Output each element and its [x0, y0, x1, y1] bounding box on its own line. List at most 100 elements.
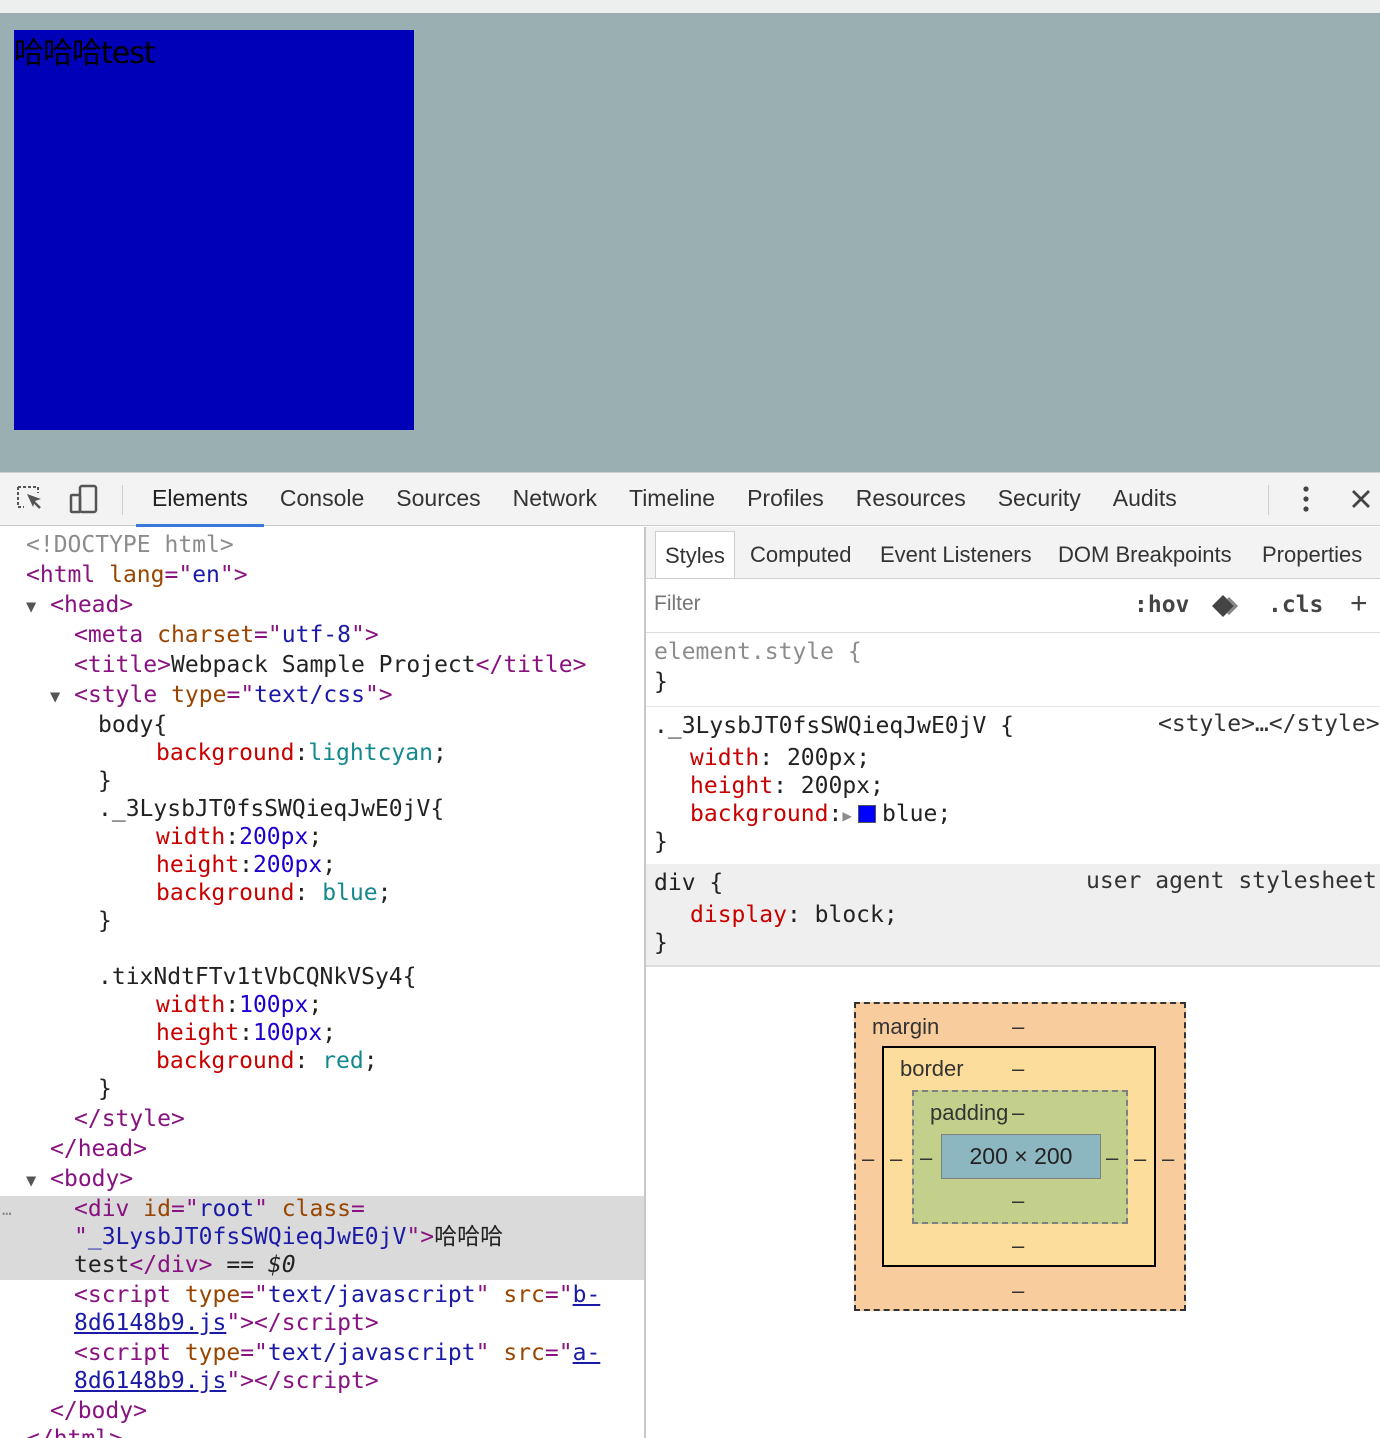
dom-line-style-close[interactable]: </style> [74, 1105, 185, 1133]
tab-console[interactable]: Console [264, 473, 380, 526]
expand-triangle-icon[interactable]: ▶ [842, 806, 852, 825]
dom-line-script-a[interactable]: <script type="text/javascript" src="a- [74, 1339, 600, 1367]
inspect-icon[interactable] [14, 483, 46, 515]
dom-line-html[interactable]: <html lang="en"> [26, 561, 248, 589]
dom-line-doctype[interactable]: <!DOCTYPE html> [26, 531, 234, 559]
dom-line-meta[interactable]: <meta charset="utf-8"> [74, 621, 379, 649]
dom-line-body[interactable]: ▼ <body> [26, 1165, 133, 1193]
dom-line-script-b-cont[interactable]: 8d6148b9.js"></script> [74, 1309, 379, 1337]
script-a-link[interactable]: 8d6148b9.js [74, 1368, 226, 1394]
close-icon[interactable] [1346, 483, 1376, 515]
sidebar-tabs: Styles Computed Event Listeners DOM Brea… [646, 527, 1380, 579]
css-class1-width: width:200px; [156, 824, 323, 850]
device-mode-icon[interactable] [68, 483, 100, 515]
element-state-icon[interactable] [1210, 593, 1244, 625]
dom-line-body-close[interactable]: </body> [50, 1397, 147, 1425]
selected-node-marker: == $0 [226, 1252, 296, 1278]
dom-line-div-root[interactable]: <div id="root" class= [74, 1195, 365, 1223]
color-swatch[interactable] [857, 805, 876, 823]
node-menu-dots[interactable]: … [2, 1196, 12, 1224]
border-label: border [900, 1056, 964, 1081]
css-class2-background: background: red; [156, 1048, 378, 1074]
add-rule-button[interactable]: + [1350, 587, 1368, 621]
padding-bottom-value[interactable]: – [1012, 1188, 1024, 1214]
styles-sidebar: Styles Computed Event Listeners DOM Brea… [646, 527, 1380, 1438]
dom-line-title[interactable]: <title>Webpack Sample Project</title> [74, 651, 586, 679]
box-model-padding[interactable]: padding – – – – 200 × 200 [912, 1090, 1128, 1224]
margin-label: margin [872, 1014, 940, 1039]
hov-toggle[interactable]: :hov [1134, 592, 1189, 618]
rule-close-brace: } [654, 829, 668, 855]
tab-event-listeners[interactable]: Event Listeners [880, 531, 1032, 578]
padding-top-value[interactable]: – [1012, 1100, 1024, 1126]
tab-timeline[interactable]: Timeline [613, 473, 731, 526]
css-body-selector: body{ [98, 712, 168, 738]
tab-audits[interactable]: Audits [1097, 473, 1193, 526]
css-close-brace: } [98, 768, 112, 794]
element-style-selector[interactable]: element.style { [654, 637, 862, 667]
margin-left-value[interactable]: – [862, 1146, 874, 1172]
rule-class-background[interactable]: background:▶ blue; [690, 799, 951, 829]
border-top-value[interactable]: – [1012, 1056, 1024, 1082]
script-b-link[interactable]: 8d6148b9.js [74, 1310, 226, 1336]
rule-class-width[interactable]: width: 200px; [690, 743, 870, 773]
margin-right-value[interactable]: – [1162, 1146, 1174, 1172]
dom-line-script-a-cont[interactable]: 8d6148b9.js"></script> [74, 1367, 379, 1395]
tab-network[interactable]: Network [497, 473, 613, 526]
css-class2-height: height:100px; [156, 1020, 337, 1046]
dom-line-script-b[interactable]: <script type="text/javascript" src="b- [74, 1281, 600, 1309]
root-div-text: 哈哈哈test [14, 36, 156, 71]
tab-elements[interactable]: Elements [136, 473, 264, 527]
rule-user-agent: div { user agent stylesheet display: blo… [646, 864, 1380, 967]
tab-profiles[interactable]: Profiles [731, 473, 840, 526]
css-class1-selector: ._3LysbJT0fsSWQieqJwE0jV{ [98, 796, 445, 822]
padding-left-value[interactable]: – [920, 1145, 932, 1171]
toolbar-divider [122, 485, 123, 515]
box-model-border[interactable]: border – – – – padding – – – – 200 × 200 [882, 1046, 1156, 1267]
tab-sources[interactable]: Sources [380, 473, 496, 526]
border-right-value[interactable]: – [1134, 1146, 1146, 1172]
dom-line-html-close[interactable]: </html> [26, 1425, 123, 1438]
rule-close-brace: } [654, 669, 668, 695]
css-class1-background: background: blue; [156, 880, 392, 906]
margin-bottom-value[interactable]: – [1012, 1278, 1024, 1304]
css-close-brace: } [98, 908, 112, 934]
elements-panel: … <!DOCTYPE html> <html lang="en"> ▼ <he… [0, 527, 644, 1438]
rule-class-selector[interactable]: ._3LysbJT0fsSWQieqJwE0jV { [654, 711, 1014, 741]
styles-filter-bar: :hov .cls + [646, 579, 1380, 633]
box-model-content-size[interactable]: 200 × 200 [941, 1134, 1101, 1179]
tab-properties[interactable]: Properties [1262, 531, 1362, 578]
tab-dom-breakpoints[interactable]: DOM Breakpoints [1058, 531, 1232, 578]
dom-line-head-close[interactable]: </head> [50, 1135, 147, 1163]
tab-computed[interactable]: Computed [750, 531, 852, 578]
rule-element-style: element.style { } [646, 633, 1380, 707]
padding-right-value[interactable]: – [1106, 1145, 1118, 1171]
border-bottom-value[interactable]: – [1012, 1233, 1024, 1259]
tab-resources[interactable]: Resources [840, 473, 982, 526]
box-model-margin[interactable]: margin – – – – border – – – – padding – … [854, 1002, 1186, 1311]
rule-ua-selector[interactable]: div { [654, 868, 723, 898]
css-class2-width: width:100px; [156, 992, 323, 1018]
margin-top-value[interactable]: – [1012, 1014, 1024, 1040]
tab-styles[interactable]: Styles [655, 531, 735, 578]
tab-security[interactable]: Security [982, 473, 1097, 526]
dom-line-div-root-cont[interactable]: "_3LysbJT0fsSWQieqJwE0jV">哈哈哈 [74, 1223, 503, 1251]
rule-ua-display: display: block; [690, 902, 898, 928]
rule-close-brace: } [654, 930, 668, 956]
more-options-icon[interactable] [1291, 483, 1321, 515]
devtools-tabs: Elements Console Sources Network Timelin… [136, 473, 1193, 527]
rule-class-height[interactable]: height: 200px; [690, 771, 884, 801]
padding-label: padding [930, 1100, 1009, 1125]
rule-class: ._3LysbJT0fsSWQieqJwE0jV { <style>…</sty… [646, 707, 1380, 864]
styles-filter-input[interactable] [654, 592, 1054, 616]
border-left-value[interactable]: – [890, 1146, 902, 1172]
root-div-box[interactable]: 哈哈哈test [14, 30, 414, 430]
dom-line-div-root-end[interactable]: test</div> == $0 [74, 1251, 296, 1279]
css-class2-selector: .tixNdtFTv1tVbCQNkVSy4{ [98, 964, 417, 990]
rule-ua-source: user agent stylesheet [1086, 868, 1377, 894]
dom-line-head[interactable]: ▼ <head> [26, 591, 133, 619]
dom-line-style[interactable]: ▼ <style type="text/css"> [50, 681, 393, 709]
cls-toggle[interactable]: .cls [1268, 592, 1323, 618]
rule-class-source-link[interactable]: <style>…</style> [1158, 711, 1380, 737]
css-class1-height: height:200px; [156, 852, 337, 878]
